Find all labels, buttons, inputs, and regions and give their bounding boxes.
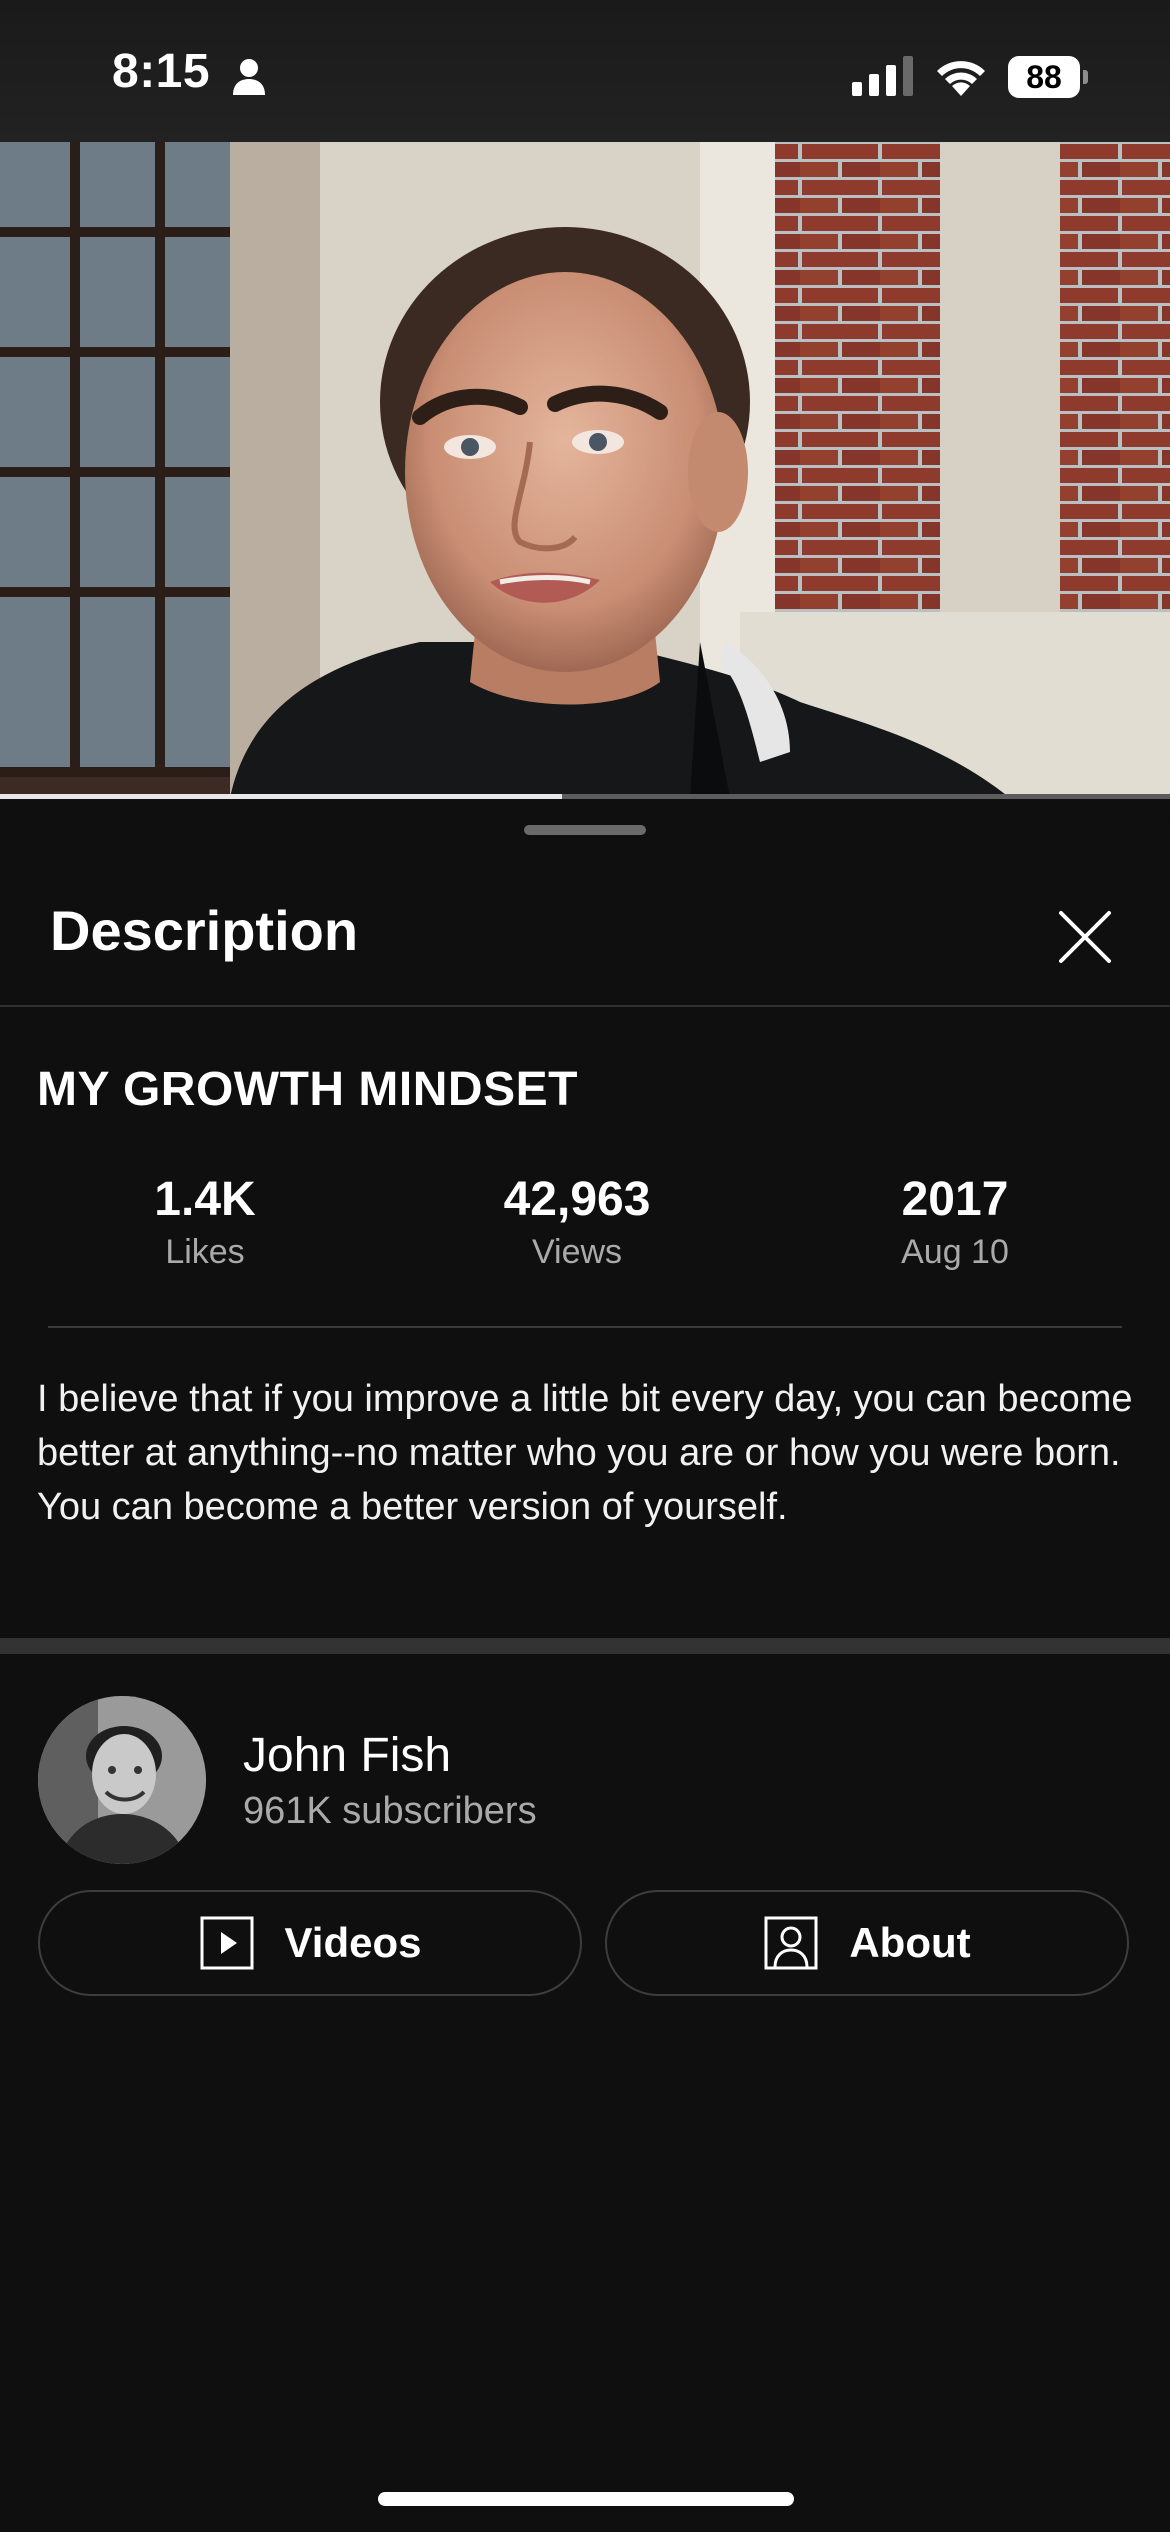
views-label: Views (531, 1233, 623, 1271)
wifi-icon (937, 61, 985, 96)
battery-level: 88 (1008, 56, 1080, 98)
person-icon (233, 59, 265, 95)
section-divider (0, 1638, 1170, 1654)
upload-date: Aug 10 (901, 1233, 1009, 1271)
about-button[interactable]: About (605, 1890, 1129, 1996)
battery-icon: 88 (1008, 56, 1088, 98)
cellular-signal-icon (852, 56, 913, 96)
videos-button-label: Videos (284, 1919, 422, 1966)
upload-year: 2017 (901, 1173, 1009, 1226)
drag-handle[interactable] (524, 825, 646, 835)
avatar-image (38, 1696, 206, 1864)
likes-stat: 1.4K Likes (55, 1170, 355, 1274)
close-icon (1059, 911, 1111, 963)
video-progress-bar[interactable] (0, 794, 1170, 799)
status-bar: 8:15 88 (0, 0, 1170, 142)
status-time: 8:15 (112, 45, 211, 98)
channel-name[interactable]: John Fish (243, 1728, 451, 1783)
video-frame (0, 142, 1170, 798)
likes-label: Likes (165, 1233, 245, 1271)
stats-divider (48, 1326, 1122, 1328)
subscriber-count: 961K subscribers (243, 1790, 537, 1832)
videos-button[interactable]: Videos (38, 1890, 582, 1996)
panel-title: Description (50, 899, 359, 962)
video-player[interactable] (0, 142, 1170, 798)
date-stat: 2017 Aug 10 (805, 1170, 1105, 1274)
video-progress-fill (0, 794, 562, 799)
play-square-icon (200, 1916, 254, 1970)
video-title: MY GROWTH MINDSET (37, 1063, 578, 1116)
close-button[interactable] (1046, 898, 1124, 976)
person-square-icon (764, 1916, 818, 1970)
channel-avatar[interactable] (38, 1696, 206, 1864)
views-stat: 42,963 Views (427, 1170, 727, 1274)
home-indicator[interactable] (378, 2492, 794, 2506)
header-divider (0, 1005, 1170, 1007)
views-count: 42,963 (503, 1173, 651, 1226)
description-text: I believe that if you improve a little b… (37, 1378, 1133, 1528)
description-panel: Description MY GROWTH MINDSET 1.4K Likes… (0, 800, 1170, 2532)
about-button-label: About (849, 1919, 971, 1966)
likes-count: 1.4K (154, 1173, 256, 1226)
